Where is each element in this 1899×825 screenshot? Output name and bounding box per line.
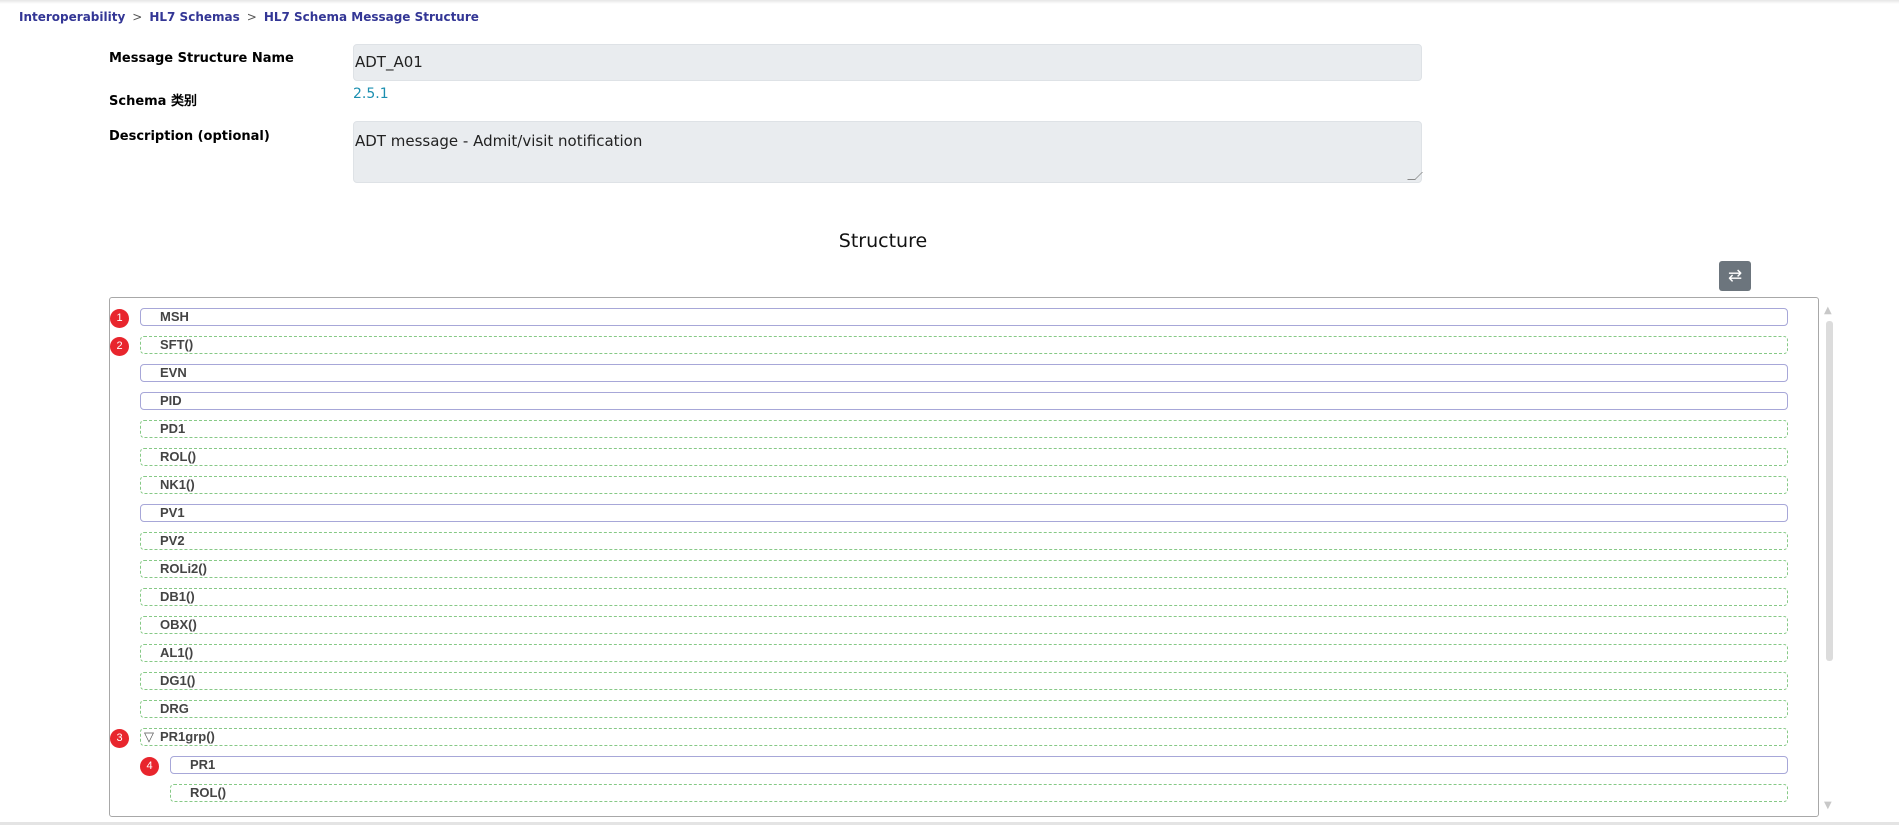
breadcrumb-current-page[interactable]: HL7 Schema Message Structure — [264, 10, 479, 24]
breadcrumb-hl7-schemas[interactable]: HL7 Schemas — [149, 10, 239, 24]
description-text: ADT message - Admit/visit notification — [355, 132, 643, 150]
segment-row[interactable]: PV2 — [140, 532, 1788, 550]
segment-label: PD1 — [160, 421, 186, 436]
structure-scrollbar[interactable]: ▲ ▼ — [1822, 305, 1837, 811]
segment-label: DRG — [160, 701, 189, 716]
schema-category-label: Schema 类别 — [109, 94, 197, 109]
step-marker-badge: 4 — [140, 757, 159, 776]
segment-row[interactable]: OBX() — [140, 616, 1788, 634]
segment-row[interactable]: ROL() — [170, 784, 1788, 802]
message-structure-name-field[interactable]: ADT_A01 — [353, 44, 1422, 81]
segment-row[interactable]: AL1() — [140, 644, 1788, 662]
segment-row[interactable]: DB1() — [140, 588, 1788, 606]
segment-label: ROL() — [160, 449, 197, 464]
segment-label: NK1() — [160, 477, 195, 492]
segment-label: ROLi2() — [160, 561, 207, 576]
step-marker-badge: 2 — [110, 337, 129, 356]
segment-label: EVN — [160, 365, 187, 380]
schema-category-link[interactable]: 2.5.1 — [353, 86, 389, 102]
resize-handle-icon[interactable] — [1407, 172, 1423, 180]
segment-row[interactable]: EVN — [140, 364, 1788, 382]
segment-row[interactable]: ROL() — [140, 448, 1788, 466]
segment-row[interactable]: ▽ PR1grp() — [140, 728, 1788, 746]
toggle-view-button[interactable]: ⇄ — [1719, 261, 1751, 291]
scroll-down-icon[interactable]: ▼ — [1824, 800, 1832, 811]
segment-label: PV2 — [160, 533, 185, 548]
segment-row[interactable]: DG1() — [140, 672, 1788, 690]
segment-label: PID — [160, 393, 182, 408]
segment-label: PV1 — [160, 505, 185, 520]
segment-row[interactable]: PR1 — [170, 756, 1788, 774]
breadcrumb: Interoperability > HL7 Schemas > HL7 Schema … — [19, 10, 479, 24]
segment-label: PR1grp() — [160, 729, 215, 744]
step-marker-badge: 3 — [110, 729, 129, 748]
segment-row[interactable]: SFT() — [140, 336, 1788, 354]
segment-label: MSH — [160, 309, 189, 324]
segment-row[interactable]: ROLi2() — [140, 560, 1788, 578]
step-marker-badge: 1 — [110, 309, 129, 328]
segment-label: DG1() — [160, 673, 196, 688]
expand-triangle-icon[interactable]: ▽ — [144, 729, 154, 745]
segment-label: OBX() — [160, 617, 197, 632]
description-field[interactable]: ADT message - Admit/visit notification — [353, 121, 1423, 183]
breadcrumb-interoperability[interactable]: Interoperability — [19, 10, 125, 24]
scrollbar-thumb[interactable] — [1826, 321, 1833, 661]
message-structure-name-label: Message Structure Name — [109, 51, 294, 66]
top-shadow — [0, 0, 1899, 4]
scroll-up-icon[interactable]: ▲ — [1824, 305, 1832, 316]
segment-label: ROL() — [190, 785, 227, 800]
segment-row[interactable]: PID — [140, 392, 1788, 410]
segment-row[interactable]: DRG — [140, 700, 1788, 718]
segment-label: DB1() — [160, 589, 195, 604]
segment-label: PR1 — [190, 757, 216, 772]
description-label: Description (optional) — [109, 129, 270, 144]
segment-row[interactable]: NK1() — [140, 476, 1788, 494]
segment-row[interactable]: PD1 — [140, 420, 1788, 438]
structure-tree: MSH 1 SFT() 2 EVN PID PD1 ROL() NK1() PV1 PV2 ROLi2… — [109, 297, 1819, 817]
segment-row[interactable]: MSH — [140, 308, 1788, 326]
segment-label: AL1() — [160, 645, 194, 660]
swap-arrows-icon: ⇄ — [1727, 266, 1743, 286]
segment-label: SFT() — [160, 337, 194, 352]
segment-row[interactable]: PV1 — [140, 504, 1788, 522]
structure-title: Structure — [838, 230, 928, 252]
breadcrumb-separator: > — [132, 10, 143, 24]
breadcrumb-separator: > — [246, 10, 257, 24]
